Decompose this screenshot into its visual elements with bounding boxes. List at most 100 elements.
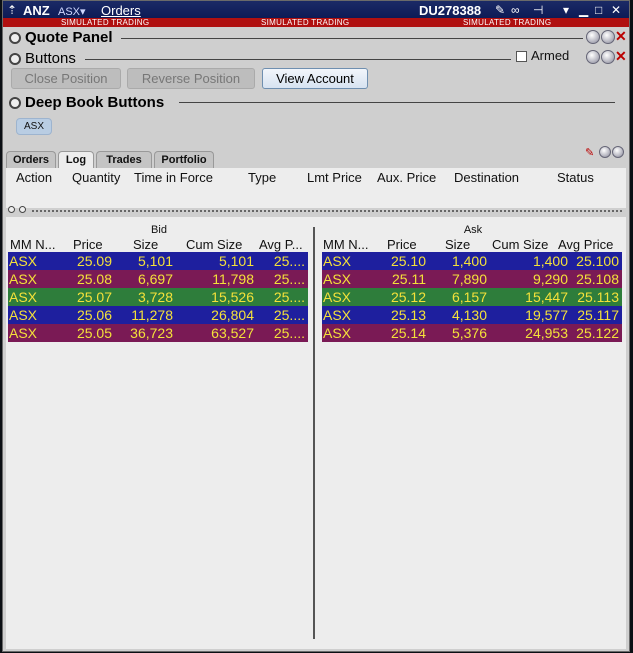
ask-cell-price: 25.12 [390,289,426,305]
quote-panel-header[interactable]: Quote Panel [9,29,113,46]
ask-cell-mm: ASX [323,253,352,269]
minimize-icon[interactable]: ▁ [579,3,588,17]
maximize-icon[interactable]: □ [595,3,602,17]
col-aux-price[interactable]: Aux. Price [377,170,436,185]
chevron-down-icon[interactable]: ▾ [563,3,569,17]
bid-cell-price: 25.08 [76,271,112,287]
link-icon[interactable]: ∞ [511,3,520,17]
buttons-panel-header[interactable]: Buttons [9,50,76,67]
bid-cell-cum-size: 11,798 [212,271,254,287]
bid-col-cum-size[interactable]: Cum Size [186,237,242,252]
col-type[interactable]: Type [248,170,276,185]
ask-cell-cum-size: 9,290 [532,271,568,287]
bid-cell-cum-size: 5,101 [218,253,254,269]
ask-col-cum-size[interactable]: Cum Size [492,237,548,252]
tab-portfolio[interactable]: Portfolio [154,151,214,169]
asx-chip-button[interactable]: ASX [16,118,52,135]
bid-row[interactable]: ASX 25.06 11,278 26,804 25.... [8,306,308,324]
help-icon[interactable] [601,30,615,44]
bid-cell-avg-price: 25.... [273,271,305,287]
help-icon[interactable] [612,146,624,158]
collapse-toggle-icon[interactable] [9,32,21,45]
collapse-toggle-icon[interactable] [9,97,21,110]
symbol-label[interactable]: ANZ [23,3,50,18]
close-panel-icon[interactable]: ✕ [615,28,627,45]
deep-book-toolbar [6,205,626,217]
ask-row[interactable]: ASX 25.13 4,130 19,577 25.117 [322,306,622,324]
ask-row[interactable]: ASX 25.10 1,400 1,400 25.100 [322,252,622,270]
col-quantity[interactable]: Quantity [72,170,120,185]
col-time-in-force[interactable]: Time in Force [134,170,213,185]
tab-trades[interactable]: Trades [96,151,152,169]
settings-icon[interactable] [599,146,611,158]
collapse-toggle-icon[interactable] [9,53,21,66]
armed-checkbox[interactable] [516,51,527,62]
pin-icon[interactable]: ⊣ [533,3,543,17]
bid-cell-mm: ASX [9,307,38,323]
ask-cell-mm: ASX [323,307,352,323]
bid-row[interactable]: ASX 25.08 6,697 11,798 25.... [8,270,308,288]
bid-cell-avg-price: 25.... [273,307,305,323]
ask-cell-mm: ASX [323,271,352,287]
flag-icon[interactable]: ✎ [585,146,594,159]
bid-row[interactable]: ASX 25.05 36,723 63,527 25.... [8,324,308,342]
bid-cell-avg-price: 25.... [273,325,305,341]
ask-col-size[interactable]: Size [445,237,470,252]
bid-row[interactable]: ASX 25.07 3,728 15,526 25.... [8,288,308,306]
bid-cell-mm: ASX [9,253,38,269]
bid-col-mm[interactable]: MM N... [10,237,56,252]
bid-cell-size: 36,723 [130,325,173,341]
bid-cell-cum-size: 26,804 [211,307,254,323]
ask-row[interactable]: ASX 25.11 7,890 9,290 25.108 [322,270,622,288]
ask-title: Ask [463,224,483,236]
bid-row[interactable]: ASX 25.09 5,101 5,101 25.... [8,252,308,270]
col-destination[interactable]: Destination [454,170,519,185]
settings-icon[interactable] [586,50,600,64]
settings-icon[interactable] [586,30,600,44]
bid-cell-price: 25.05 [76,325,112,341]
view-account-button[interactable]: View Account [262,68,368,89]
bid-cell-price: 25.09 [76,253,112,269]
bid-cell-cum-size: 15,526 [211,289,254,305]
account-id: DU278388 [419,3,482,18]
tab-log[interactable]: Log [58,151,94,169]
close-position-button[interactable]: Close Position [11,68,121,89]
ask-cell-size: 1,400 [451,253,487,269]
help-icon[interactable] [601,50,615,64]
trader-window: ⇡ ANZ ASX▾ Orders DU278388 ✎ ∞ ⊣ ▾ ▁ □ ✕… [2,0,630,652]
toggle-icon[interactable] [8,206,15,213]
ask-col-mm[interactable]: MM N... [323,237,369,252]
sim-label-2: SIMULATED TRADING [261,18,350,27]
ask-cell-size: 6,157 [451,289,487,305]
deep-book-buttons-header[interactable]: Deep Book Buttons [9,94,164,111]
col-action[interactable]: Action [16,170,52,185]
orders-menu[interactable]: Orders [101,3,141,18]
bid-title: Bid [151,224,167,236]
wrench-icon[interactable]: ✎ [495,3,505,17]
tab-orders[interactable]: Orders [6,151,56,169]
bid-col-price[interactable]: Price [73,237,103,252]
deep-book: Bid MM N... Price Size Cum Size Avg P...… [6,217,626,649]
ask-row[interactable]: ASX 25.12 6,157 15,447 25.113 [322,288,622,306]
toggle-icon[interactable] [19,206,26,213]
ask-cell-avg-price: 25.113 [577,289,619,305]
bid-cell-mm: ASX [9,325,38,341]
ask-row[interactable]: ASX 25.14 5,376 24,953 25.122 [322,324,622,342]
bid-ask-divider[interactable] [313,227,315,639]
reverse-position-button[interactable]: Reverse Position [127,68,255,89]
bid-col-size[interactable]: Size [133,237,158,252]
bid-col-avg-price[interactable]: Avg P... [259,237,303,252]
ask-col-avg-price[interactable]: Avg Price [558,237,613,252]
close-icon[interactable]: ✕ [611,3,621,17]
divider [85,59,511,60]
ask-col-price[interactable]: Price [387,237,417,252]
ask-cell-mm: ASX [323,325,352,341]
arrow-up-icon[interactable]: ⇡ [7,3,17,17]
col-lmt-price[interactable]: Lmt Price [307,170,362,185]
deep-book-buttons-title: Deep Book Buttons [25,94,165,111]
bid-side: Bid MM N... Price Size Cum Size Avg P...… [6,217,312,649]
col-status[interactable]: Status [557,170,594,185]
close-panel-icon[interactable]: ✕ [615,48,627,65]
exchange-dropdown[interactable]: ASX▾ [58,5,86,18]
ask-cell-cum-size: 19,577 [525,307,568,323]
